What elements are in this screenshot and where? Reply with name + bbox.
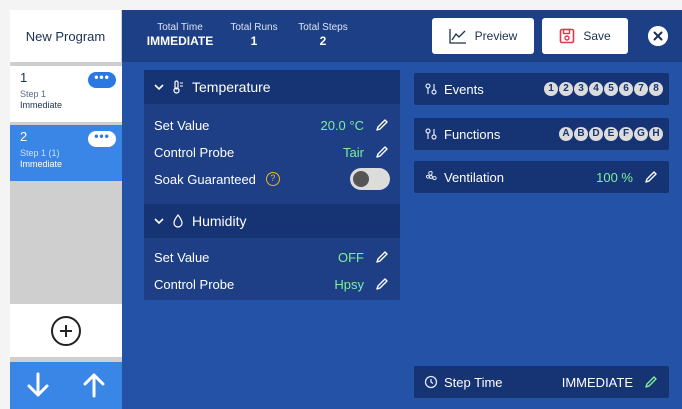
toggle-icon <box>425 128 437 140</box>
total-runs-label: Total Runs <box>230 22 278 33</box>
fan-icon <box>425 170 437 181</box>
ventilation-label: Ventilation <box>444 169 504 185</box>
close-icon[interactable] <box>648 26 668 46</box>
chevron-down-icon <box>154 218 164 225</box>
step-menu-button[interactable]: ••• <box>88 71 116 88</box>
step-label: Step 1 (1) <box>20 148 60 158</box>
temperature-set-value-row: Set Value 20.0 °C <box>154 114 390 136</box>
function-indicator[interactable]: A <box>559 127 573 141</box>
save-label: Save <box>583 29 611 43</box>
step-time-label: Step Time <box>444 374 503 390</box>
event-indicator[interactable]: 8 <box>649 82 663 96</box>
event-indicator[interactable]: 1 <box>544 82 558 96</box>
total-steps-stat: Total Steps 2 <box>290 22 356 48</box>
temperature-title: Temperature <box>192 79 271 95</box>
step-mode: Immediate <box>20 100 63 110</box>
add-step-button[interactable] <box>10 304 122 357</box>
toggle-icon <box>425 83 437 95</box>
function-indicator[interactable]: D <box>589 127 603 141</box>
pencil-icon[interactable] <box>374 276 390 292</box>
ventilation-row[interactable]: Ventilation 100 % <box>414 161 669 193</box>
plus-circle-icon <box>51 315 81 346</box>
arrow-down-icon[interactable] <box>23 370 53 400</box>
soak-guaranteed-toggle[interactable] <box>350 168 390 190</box>
step-label: Step 1 <box>20 89 47 99</box>
help-icon[interactable]: ? <box>265 172 280 186</box>
step-time-value: IMMEDIATE <box>561 374 633 390</box>
humidity-control-probe-row: Control Probe Hpsy <box>154 273 390 295</box>
step-mode: Immediate <box>20 159 63 169</box>
save-button[interactable]: Save <box>542 18 628 54</box>
soak-guaranteed-row: Soak Guaranteed ? <box>154 168 390 190</box>
steps-sidebar: New Program 1 Step 1 Immediate ••• 2 Ste… <box>10 10 122 409</box>
pencil-icon[interactable] <box>374 117 390 133</box>
droplet-icon <box>173 214 183 228</box>
ventilation-value: 100 % <box>596 169 633 185</box>
pencil-icon[interactable] <box>374 144 390 160</box>
set-value-label: Set Value <box>154 249 210 265</box>
total-time-stat: Total Time IMMEDIATE <box>140 22 220 48</box>
event-indicator[interactable]: 3 <box>574 82 588 96</box>
humidity-title: Humidity <box>192 213 247 229</box>
event-indicator[interactable]: 6 <box>619 82 633 96</box>
total-time-label: Total Time <box>157 22 203 33</box>
chevron-down-icon <box>154 84 164 91</box>
program-title: New Program <box>10 10 122 62</box>
step-item-1[interactable]: 1 Step 1 Immediate ••• <box>10 66 122 122</box>
humidity-header[interactable]: Humidity <box>144 204 400 238</box>
humidity-set-value-row: Set Value OFF <box>154 246 390 268</box>
step-item-2[interactable]: 2 Step 1 (1) Immediate ••• <box>10 125 122 181</box>
floppy-disk-icon <box>560 28 575 44</box>
clock-icon <box>424 375 438 389</box>
toggle-knob <box>353 171 369 187</box>
events-row[interactable]: Events 1 2 3 4 5 6 7 8 <box>414 73 669 105</box>
humidity-set-value: OFF <box>338 249 364 265</box>
preview-button[interactable]: Preview <box>432 18 534 54</box>
pencil-icon[interactable] <box>643 169 659 185</box>
soak-guaranteed-label: Soak Guaranteed <box>154 171 256 187</box>
temperature-panel: Temperature Set Value 20.0 °C Control Pr… <box>144 70 400 206</box>
total-runs-value: 1 <box>250 34 258 48</box>
functions-label: Functions <box>444 126 501 142</box>
step-menu-button[interactable]: ••• <box>88 130 116 147</box>
temperature-set-value: 20.0 °C <box>320 117 364 133</box>
humidity-control-probe: Hpsy <box>334 276 364 292</box>
preview-label: Preview <box>474 29 518 43</box>
function-indicators: A B D E F G H <box>559 127 663 141</box>
step-order-controls <box>10 362 122 409</box>
functions-row[interactable]: Functions A B D E F G H <box>414 118 669 150</box>
pencil-icon[interactable] <box>374 249 390 265</box>
total-runs-stat: Total Runs 1 <box>224 22 284 48</box>
arrow-up-icon[interactable] <box>79 370 109 400</box>
total-steps-value: 2 <box>319 34 327 48</box>
summary-header: Total Time IMMEDIATE Total Runs 1 Total … <box>122 10 682 62</box>
function-indicator[interactable]: G <box>634 127 648 141</box>
pencil-icon[interactable] <box>643 374 659 390</box>
total-steps-label: Total Steps <box>298 22 348 33</box>
program-editor: New Program 1 Step 1 Immediate ••• 2 Ste… <box>10 10 682 409</box>
function-indicator[interactable]: H <box>649 127 663 141</box>
event-indicators: 1 2 3 4 5 6 7 8 <box>544 82 663 96</box>
event-indicator[interactable]: 2 <box>559 82 573 96</box>
total-time-value: IMMEDIATE <box>146 34 214 48</box>
step-time-row[interactable]: Step Time IMMEDIATE <box>414 366 669 398</box>
event-indicator[interactable]: 7 <box>634 82 648 96</box>
function-indicator[interactable]: B <box>574 127 588 141</box>
control-probe-label: Control Probe <box>154 276 235 292</box>
temperature-control-probe: Tair <box>343 144 364 160</box>
humidity-panel: Humidity Set Value OFF Control Probe Hps… <box>144 204 400 300</box>
temperature-control-probe-row: Control Probe Tair <box>154 141 390 163</box>
control-probe-label: Control Probe <box>154 144 235 160</box>
event-indicator[interactable]: 4 <box>589 82 603 96</box>
temperature-header[interactable]: Temperature <box>144 70 400 104</box>
thermometer-icon <box>173 80 183 94</box>
chart-line-icon <box>449 29 466 44</box>
set-value-label: Set Value <box>154 117 210 133</box>
event-indicator[interactable]: 5 <box>604 82 618 96</box>
function-indicator[interactable]: F <box>619 127 633 141</box>
events-label: Events <box>444 81 484 97</box>
function-indicator[interactable]: E <box>604 127 618 141</box>
